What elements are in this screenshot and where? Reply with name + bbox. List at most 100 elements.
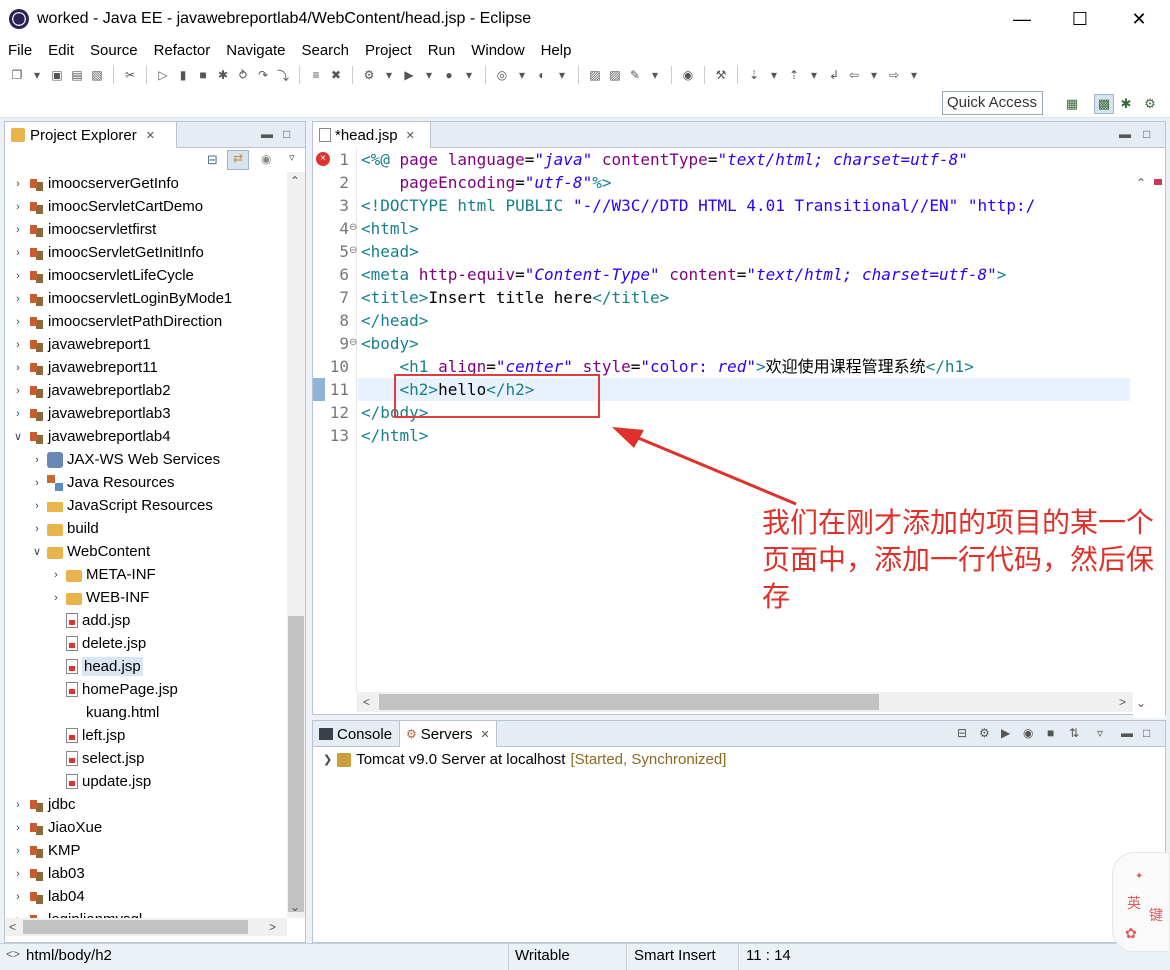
tree-item[interactable]: › lab03 bbox=[11, 862, 85, 885]
new-server-icon[interactable]: ◎ bbox=[493, 66, 511, 84]
view-menu-icon[interactable]: ▿ bbox=[1097, 726, 1103, 740]
fold-toggle-icon[interactable]: ⊖ bbox=[349, 245, 357, 256]
save-icon[interactable]: ▣ bbox=[48, 66, 66, 84]
debug-dropdown-icon[interactable]: ▾ bbox=[380, 66, 398, 84]
menu-navigate[interactable]: Navigate bbox=[218, 42, 293, 59]
code-line[interactable]: <html> bbox=[361, 217, 419, 240]
tree-item[interactable]: kuang.html bbox=[49, 701, 159, 724]
expand-arrow-icon[interactable]: › bbox=[30, 523, 44, 535]
expand-arrow-icon[interactable]: › bbox=[11, 822, 25, 834]
close-tab-icon[interactable]: ✕ bbox=[480, 728, 489, 741]
tree-item[interactable]: › lab04 bbox=[11, 885, 85, 908]
scroll-left-icon[interactable]: < bbox=[9, 920, 16, 934]
back-dropdown-icon[interactable]: ▾ bbox=[865, 66, 883, 84]
search-icon[interactable]: ✎ bbox=[626, 66, 644, 84]
code-line[interactable]: <%@ page language="java" contentType="te… bbox=[361, 148, 968, 171]
editor-scroll-up-icon[interactable]: ⌃ bbox=[1136, 176, 1146, 190]
code-line[interactable]: <body> bbox=[361, 332, 419, 355]
disconnect-icon[interactable]: ✱ bbox=[214, 66, 232, 84]
code-line[interactable]: <title>Insert title here</title> bbox=[361, 286, 669, 309]
menu-edit[interactable]: Edit bbox=[40, 42, 82, 59]
tab-servers[interactable]: ⚙ Servers ✕ bbox=[399, 721, 497, 747]
tree-item[interactable]: › jdbc bbox=[11, 793, 75, 816]
cut-icon[interactable]: ✂ bbox=[121, 66, 139, 84]
tree-item[interactable]: › javawebreportlab2 bbox=[11, 379, 170, 402]
ime-widget[interactable]: ✦ 英 键 ✿ bbox=[1112, 852, 1170, 952]
tree-item[interactable]: left.jsp bbox=[49, 724, 125, 747]
minimize-button[interactable]: — bbox=[993, 0, 1051, 38]
web-perspective-icon[interactable]: ✱ bbox=[1116, 94, 1136, 114]
web-browser-icon[interactable]: ◉ bbox=[679, 66, 697, 84]
debug-server-icon[interactable]: ⚙ bbox=[979, 726, 990, 740]
menu-file[interactable]: File bbox=[0, 42, 40, 59]
minimize-editor-icon[interactable]: ▬ bbox=[1119, 127, 1131, 141]
code-line[interactable]: <meta http-equiv="Content-Type" content=… bbox=[361, 263, 1006, 286]
code-line[interactable]: pageEncoding="utf-8"%> bbox=[361, 171, 612, 194]
run-icon[interactable]: ▶ bbox=[400, 66, 418, 84]
suspend-icon[interactable]: ▮ bbox=[174, 66, 192, 84]
expand-arrow-icon[interactable]: › bbox=[11, 845, 25, 857]
tree-item[interactable]: › imoocServletCartDemo bbox=[11, 195, 203, 218]
expand-arrow-icon[interactable]: › bbox=[11, 201, 25, 213]
expand-arrow-icon[interactable]: › bbox=[11, 270, 25, 282]
expand-arrow-icon[interactable]: › bbox=[11, 339, 25, 351]
open-perspective-icon[interactable]: ▦ bbox=[1062, 94, 1082, 114]
menu-refactor[interactable]: Refactor bbox=[146, 42, 219, 59]
step-over-icon[interactable]: ↷ bbox=[254, 66, 272, 84]
expand-arrow-icon[interactable]: › bbox=[11, 178, 25, 190]
close-tab-icon[interactable]: ✕ bbox=[146, 129, 155, 142]
close-tab-icon[interactable]: ✕ bbox=[406, 129, 415, 142]
fold-toggle-icon[interactable]: ⊖ bbox=[349, 337, 357, 348]
link-with-editor-icon[interactable]: ⇄ bbox=[227, 150, 249, 170]
expand-arrow-icon[interactable]: › bbox=[11, 224, 25, 236]
tree-item[interactable]: ›loginlianmysql bbox=[11, 908, 142, 918]
new-server-dropdown-icon[interactable]: ▾ bbox=[513, 66, 531, 84]
editor-horizontal-scroll-thumb[interactable] bbox=[379, 694, 879, 710]
tree-vertical-scroll-thumb[interactable] bbox=[288, 616, 304, 912]
maximize-button[interactable]: ☐ bbox=[1051, 0, 1109, 38]
tab-console[interactable]: Console bbox=[313, 721, 398, 747]
tree-item[interactable]: › javawebreportlab3 bbox=[11, 402, 170, 425]
step-into-icon[interactable]: ⥁ bbox=[234, 66, 252, 84]
code-line[interactable]: <head> bbox=[361, 240, 419, 263]
tree-item[interactable]: › imoocServletGetInitInfo bbox=[11, 241, 204, 264]
tree-item[interactable]: delete.jsp bbox=[49, 632, 146, 655]
prev-annotation-icon[interactable]: ⇡ bbox=[785, 66, 803, 84]
expand-arrow-icon[interactable]: › bbox=[11, 891, 25, 903]
tree-item[interactable]: add.jsp bbox=[49, 609, 130, 632]
error-overview-marker[interactable] bbox=[1154, 179, 1162, 185]
tree-item[interactable]: › imoocservletLifeCycle bbox=[11, 264, 194, 287]
tree-item[interactable]: select.jsp bbox=[49, 747, 145, 770]
scroll-down-icon[interactable]: ⌄ bbox=[290, 900, 300, 914]
prev-annotation-dropdown-icon[interactable]: ▾ bbox=[805, 66, 823, 84]
tree-item[interactable]: › javawebreport1 bbox=[11, 333, 150, 356]
coverage-icon[interactable]: ● bbox=[440, 66, 458, 84]
tree-item[interactable]: › WEB-INF bbox=[49, 586, 149, 609]
minimize-view-icon[interactable]: ▬ bbox=[261, 127, 273, 141]
code-line[interactable]: </head> bbox=[361, 309, 428, 332]
print-icon[interactable]: ▧ bbox=[88, 66, 106, 84]
step-return-icon[interactable]: ⤵ bbox=[274, 66, 292, 84]
tree-item[interactable]: › imoocservletPathDirection bbox=[11, 310, 222, 333]
javaee-perspective-icon[interactable]: ▩ bbox=[1094, 94, 1114, 114]
debug-perspective-icon[interactable]: ⚙ bbox=[1140, 94, 1160, 114]
tree-item[interactable]: › JavaScript Resources bbox=[30, 494, 213, 517]
expand-arrow-icon[interactable]: › bbox=[49, 592, 63, 604]
maximize-editor-icon[interactable]: □ bbox=[1143, 127, 1150, 141]
tree-item[interactable]: › imoocservletLoginByMode1 bbox=[11, 287, 232, 310]
expand-arrow-icon[interactable]: › bbox=[11, 799, 25, 811]
tree-item[interactable]: › Java Resources bbox=[30, 471, 174, 494]
expand-arrow-icon[interactable]: › bbox=[11, 362, 25, 374]
expand-arrow-icon[interactable]: › bbox=[11, 247, 25, 259]
search-dropdown-icon[interactable]: ▾ bbox=[646, 66, 664, 84]
code-line[interactable]: <!DOCTYPE html PUBLIC "-//W3C//DTD HTML … bbox=[361, 194, 1035, 217]
menu-project[interactable]: Project bbox=[357, 42, 420, 59]
ime-settings-icon[interactable]: ✿ bbox=[1125, 925, 1137, 942]
expand-arrow-icon[interactable]: ❯ bbox=[323, 753, 332, 766]
expand-arrow-icon[interactable]: › bbox=[30, 500, 44, 512]
collapse-arrow-icon[interactable]: ∨ bbox=[11, 430, 25, 443]
tree-item[interactable]: head.jsp bbox=[49, 655, 143, 678]
fold-toggle-icon[interactable]: ⊖ bbox=[349, 222, 357, 233]
editor-scroll-left-icon[interactable]: < bbox=[363, 695, 370, 709]
tree-item[interactable]: › javawebreport11 bbox=[11, 356, 158, 379]
